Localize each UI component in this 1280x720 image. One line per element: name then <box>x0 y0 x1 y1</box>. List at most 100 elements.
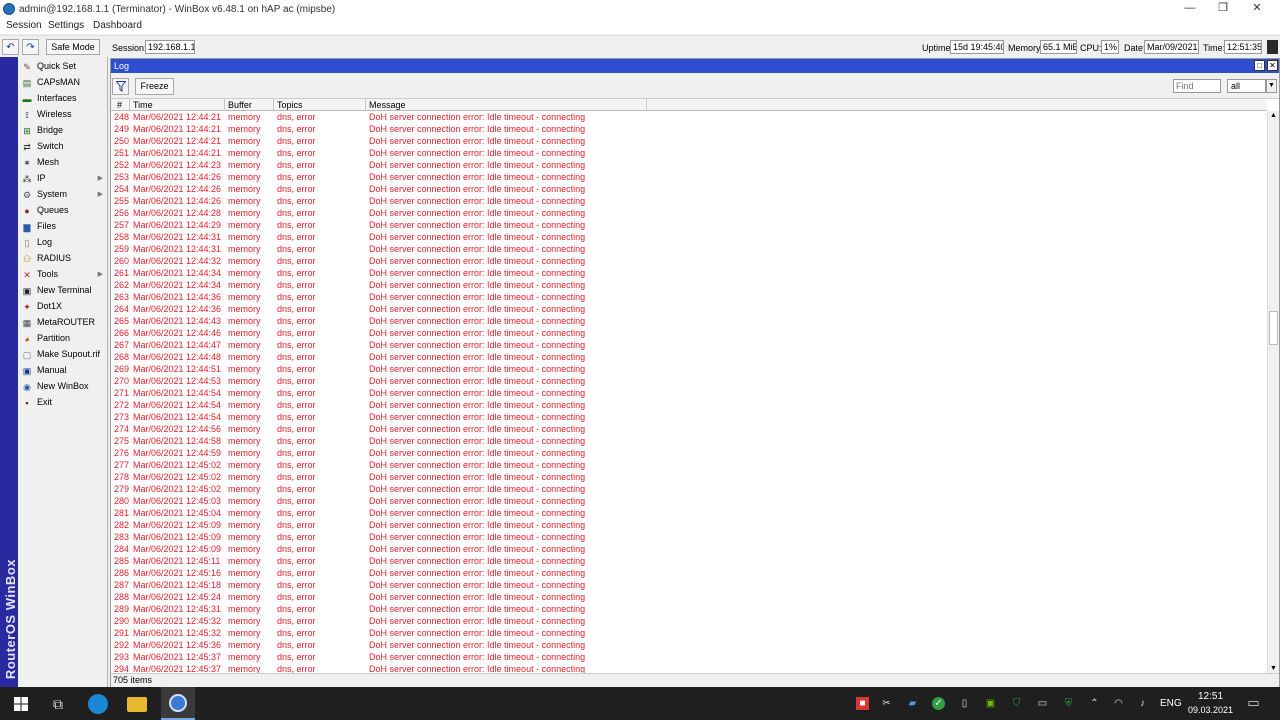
log-row[interactable]: 275 Mar/06/2021 12:44:58 memory dns, error D… <box>111 435 1267 447</box>
scroll-up-icon[interactable]: ▲ <box>1270 112 1277 119</box>
sidebar-item-mesh[interactable]: ✶ Mesh <box>20 155 107 170</box>
log-row[interactable]: 257 Mar/06/2021 12:44:29 memory dns, error D… <box>111 219 1267 231</box>
log-row[interactable]: 262 Mar/06/2021 12:44:34 memory dns, error D… <box>111 279 1267 291</box>
log-window-titlebar[interactable]: Log □ ✕ <box>111 59 1279 73</box>
sidebar-item-interfaces[interactable]: ▬ Interfaces <box>20 91 107 106</box>
sidebar-item-partition[interactable]: ◕ Partition <box>20 331 107 346</box>
undo-button[interactable]: ↶ <box>2 39 19 55</box>
freeze-button[interactable]: Freeze <box>135 78 174 95</box>
scroll-down-icon[interactable]: ▼ <box>1270 665 1277 672</box>
log-row[interactable]: 276 Mar/06/2021 12:44:59 memory dns, error D… <box>111 447 1267 459</box>
close-button[interactable]: ✕ <box>1242 0 1272 18</box>
sidebar-item-tools[interactable]: ✕ Tools ▶ <box>20 267 107 282</box>
log-scrollbar[interactable]: ▲ ▼ <box>1267 111 1279 673</box>
clock-date[interactable]: 09.03.2021 <box>1188 705 1233 715</box>
edge-icon[interactable] <box>88 694 108 714</box>
wifi-icon[interactable]: ◠ <box>1112 697 1125 710</box>
menu-session[interactable]: Session <box>6 20 42 31</box>
column-header-time[interactable]: Time <box>130 99 225 111</box>
language-indicator[interactable]: ENG <box>1160 698 1182 709</box>
column-header-message[interactable]: Message <box>366 99 647 111</box>
sidebar-item-bridge[interactable]: ⊞ Bridge <box>20 123 107 138</box>
sidebar-item-manual[interactable]: ▣ Manual <box>20 363 107 378</box>
log-row[interactable]: 293 Mar/06/2021 12:45:37 memory dns, error D… <box>111 651 1267 663</box>
log-row[interactable]: 290 Mar/06/2021 12:45:32 memory dns, error D… <box>111 615 1267 627</box>
scrollbar-thumb[interactable] <box>1269 311 1278 345</box>
log-row[interactable]: 292 Mar/06/2021 12:45:36 memory dns, error D… <box>111 639 1267 651</box>
sidebar-item-capsman[interactable]: ▤ CAPsMAN <box>20 75 107 90</box>
log-row[interactable]: 252 Mar/06/2021 12:44:23 memory dns, error D… <box>111 159 1267 171</box>
log-row[interactable]: 263 Mar/06/2021 12:44:36 memory dns, error D… <box>111 291 1267 303</box>
tray-app-icon[interactable]: ■ <box>856 697 869 710</box>
log-row[interactable]: 260 Mar/06/2021 12:44:32 memory dns, error D… <box>111 255 1267 267</box>
log-row[interactable]: 254 Mar/06/2021 12:44:26 memory dns, error D… <box>111 183 1267 195</box>
log-row[interactable]: 249 Mar/06/2021 12:44:21 memory dns, error D… <box>111 123 1267 135</box>
log-row[interactable]: 280 Mar/06/2021 12:45:03 memory dns, error D… <box>111 495 1267 507</box>
sidebar-item-new-winbox[interactable]: ◉ New WinBox <box>20 379 107 394</box>
volume-icon[interactable]: ♪ <box>1136 697 1149 710</box>
log-row[interactable]: 273 Mar/06/2021 12:44:54 memory dns, error D… <box>111 411 1267 423</box>
close-icon[interactable]: ✕ <box>1267 60 1278 71</box>
log-row[interactable]: 283 Mar/06/2021 12:45:09 memory dns, error D… <box>111 531 1267 543</box>
maximize-button[interactable]: ❐ <box>1208 0 1238 18</box>
file-explorer-icon[interactable] <box>127 697 147 712</box>
tray-drive-icon[interactable]: ▯ <box>958 697 971 710</box>
column-header-buffer[interactable]: Buffer <box>225 99 274 111</box>
filter-select[interactable]: all <box>1227 79 1266 93</box>
session-field[interactable]: 192.168.1.1 <box>145 40 195 54</box>
sidebar-item-dot1x[interactable]: ✦ Dot1X <box>20 299 107 314</box>
sidebar-item-exit[interactable]: ▪ Exit <box>20 395 107 410</box>
log-row[interactable]: 294 Mar/06/2021 12:45:37 memory dns, error D… <box>111 663 1267 673</box>
log-row[interactable]: 287 Mar/06/2021 12:45:18 memory dns, error D… <box>111 579 1267 591</box>
log-row[interactable]: 291 Mar/06/2021 12:45:32 memory dns, error D… <box>111 627 1267 639</box>
column-header-topics[interactable]: Topics <box>274 99 366 111</box>
sidebar-item-metarouter[interactable]: ▦ MetaROUTER <box>20 315 107 330</box>
log-row[interactable]: 270 Mar/06/2021 12:44:53 memory dns, error D… <box>111 375 1267 387</box>
sidebar-item-switch[interactable]: ⇄ Switch <box>20 139 107 154</box>
sidebar-item-new-terminal[interactable]: ▣ New Terminal <box>20 283 107 298</box>
windows-start-icon[interactable] <box>12 695 30 713</box>
log-row[interactable]: 284 Mar/06/2021 12:45:09 memory dns, error D… <box>111 543 1267 555</box>
tray-shield-icon[interactable]: ⛉ <box>1010 697 1023 710</box>
log-row[interactable]: 253 Mar/06/2021 12:44:26 memory dns, error D… <box>111 171 1267 183</box>
tray-tool-icon[interactable]: ✂ <box>880 697 893 710</box>
minimize-button[interactable]: — <box>1175 0 1205 18</box>
log-row[interactable]: 256 Mar/06/2021 12:44:28 memory dns, error D… <box>111 207 1267 219</box>
log-row[interactable]: 268 Mar/06/2021 12:44:48 memory dns, error D… <box>111 351 1267 363</box>
sidebar-item-quick-set[interactable]: ✎ Quick Set <box>20 59 107 74</box>
log-row[interactable]: 281 Mar/06/2021 12:45:04 memory dns, error D… <box>111 507 1267 519</box>
log-row[interactable]: 250 Mar/06/2021 12:44:21 memory dns, error D… <box>111 135 1267 147</box>
log-row[interactable]: 277 Mar/06/2021 12:45:02 memory dns, error D… <box>111 459 1267 471</box>
clock-time[interactable]: 12:51 <box>1198 691 1223 702</box>
log-row[interactable]: 269 Mar/06/2021 12:44:51 memory dns, error D… <box>111 363 1267 375</box>
log-row[interactable]: 265 Mar/06/2021 12:44:43 memory dns, error D… <box>111 315 1267 327</box>
menu-dashboard[interactable]: Dashboard <box>93 20 142 31</box>
sidebar-item-queues[interactable]: ● Queues <box>20 203 107 218</box>
log-row[interactable]: 271 Mar/06/2021 12:44:54 memory dns, error D… <box>111 387 1267 399</box>
dropdown-arrow-icon[interactable]: ▼ <box>1266 79 1277 93</box>
column-header-number[interactable]: # <box>111 99 130 111</box>
sidebar-item-radius[interactable]: ⚇ RADIUS <box>20 251 107 266</box>
notification-icon[interactable]: ▭ <box>1247 696 1260 709</box>
log-row[interactable]: 258 Mar/06/2021 12:44:31 memory dns, error D… <box>111 231 1267 243</box>
restore-icon[interactable]: □ <box>1254 60 1265 71</box>
defender-icon[interactable]: ⛨ <box>1062 697 1075 710</box>
log-row[interactable]: 248 Mar/06/2021 12:44:21 memory dns, error D… <box>111 111 1267 123</box>
winbox-taskbar-button[interactable] <box>161 687 195 720</box>
find-input[interactable] <box>1173 79 1221 93</box>
sidebar-item-files[interactable]: ▆ Files <box>20 219 107 234</box>
log-row[interactable]: 267 Mar/06/2021 12:44:47 memory dns, error D… <box>111 339 1267 351</box>
log-row[interactable]: 288 Mar/06/2021 12:45:24 memory dns, error D… <box>111 591 1267 603</box>
log-row[interactable]: 274 Mar/06/2021 12:44:56 memory dns, error D… <box>111 423 1267 435</box>
safe-mode-button[interactable]: Safe Mode <box>46 39 100 55</box>
sidebar-item-system[interactable]: ⚙ System ▶ <box>20 187 107 202</box>
menu-settings[interactable]: Settings <box>48 20 84 31</box>
filter-button[interactable] <box>112 78 129 95</box>
sidebar-item-wireless[interactable]: ⟟ Wireless <box>20 107 107 122</box>
sidebar-item-log[interactable]: ▯ Log <box>20 235 107 250</box>
log-row[interactable]: 285 Mar/06/2021 12:45:11 memory dns, error D… <box>111 555 1267 567</box>
log-row[interactable]: 272 Mar/06/2021 12:44:54 memory dns, error D… <box>111 399 1267 411</box>
log-row[interactable]: 255 Mar/06/2021 12:44:26 memory dns, error D… <box>111 195 1267 207</box>
tray-check-icon[interactable]: ✓ <box>932 697 945 710</box>
log-row[interactable]: 282 Mar/06/2021 12:45:09 memory dns, error D… <box>111 519 1267 531</box>
